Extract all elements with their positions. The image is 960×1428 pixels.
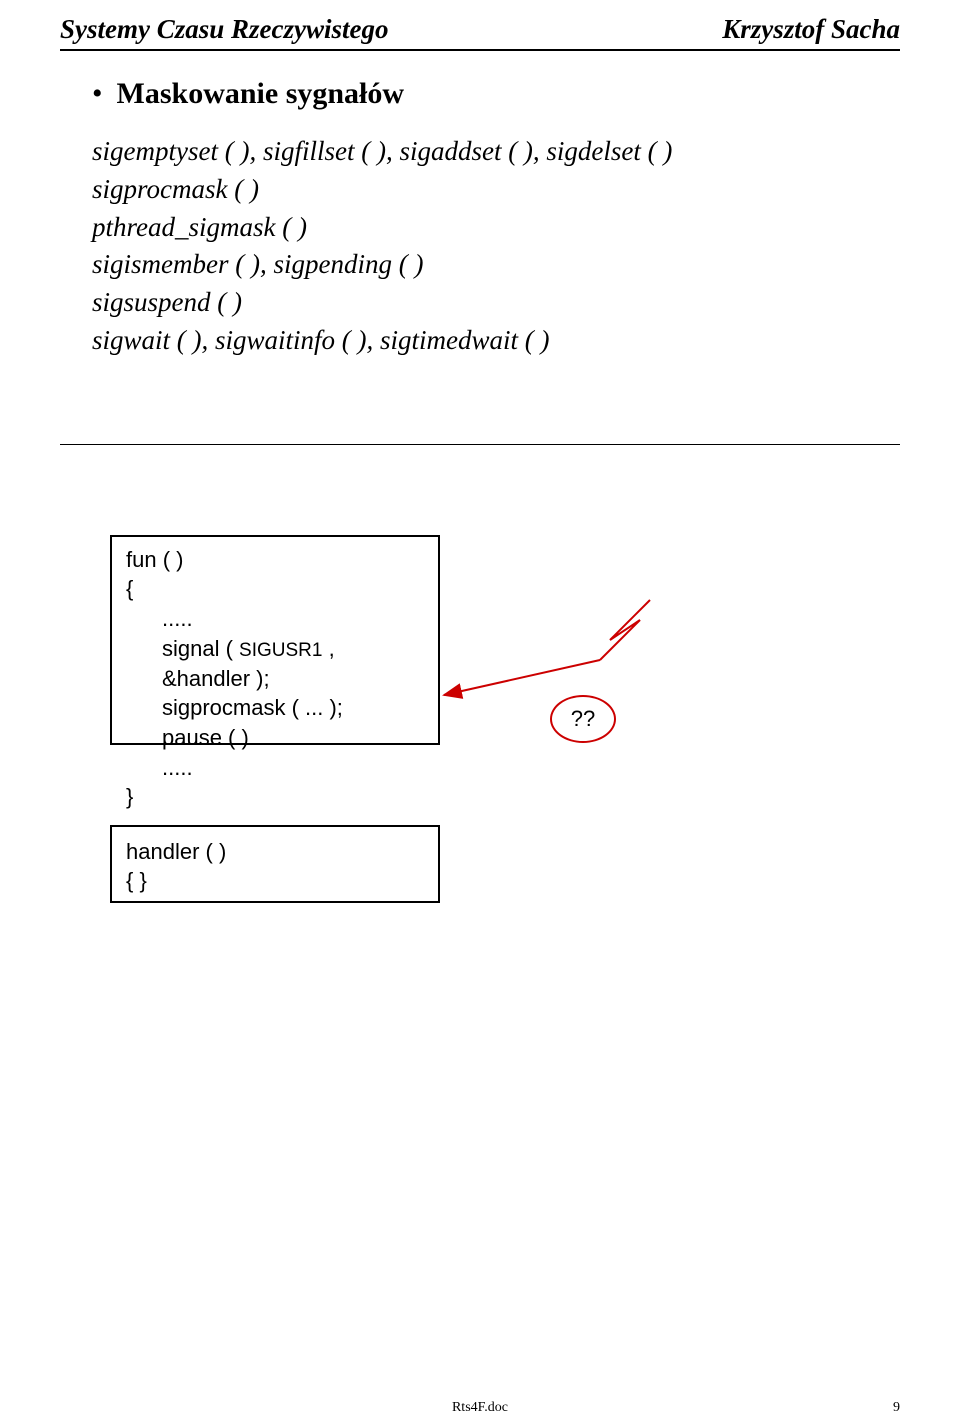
code-line: ..... (162, 753, 424, 783)
code-line: sigprocmask ( ... ); (162, 693, 424, 723)
question-ellipse: ?? (550, 695, 616, 743)
code-line: } (126, 782, 424, 812)
code-line: ..... (162, 604, 424, 634)
api-line: pthread_sigmask ( ) (92, 209, 900, 247)
section-title: Maskowanie sygnałów (117, 77, 405, 111)
api-line: sigsuspend ( ) (92, 284, 900, 322)
code-line: pause ( ) (162, 723, 424, 753)
code-box-fun: fun ( ) { ..... signal ( SIGUSR1 , &hand… (110, 535, 440, 745)
mid-rule (60, 444, 900, 445)
api-line: sigismember ( ), sigpending ( ) (92, 246, 900, 284)
diagram: fun ( ) { ..... signal ( SIGUSR1 , &hand… (110, 535, 960, 955)
question-text: ?? (571, 706, 595, 732)
code-line: signal ( SIGUSR1 , &handler ); (162, 634, 424, 693)
code-box-handler: handler ( ) { } (110, 825, 440, 903)
footer-page-number: 9 (893, 1400, 900, 1416)
header-right: Krzysztof Sacha (722, 14, 900, 45)
code-line: fun ( ) (126, 545, 424, 575)
code-line: { } (126, 866, 424, 896)
code-line: handler ( ) (126, 837, 424, 867)
footer-filename: Rts4F.doc (452, 1400, 508, 1416)
header-left: Systemy Czasu Rzeczywistego (60, 14, 389, 45)
bullet-icon: • (92, 79, 103, 109)
section-heading: • Maskowanie sygnałów (92, 77, 900, 111)
api-line: sigemptyset ( ), sigfillset ( ), sigadds… (92, 133, 900, 171)
api-line: sigwait ( ), sigwaitinfo ( ), sigtimedwa… (92, 322, 900, 360)
footer: Rts4F.doc 9 (0, 1400, 960, 1416)
api-line: sigprocmask ( ) (92, 171, 900, 209)
content: • Maskowanie sygnałów sigemptyset ( ), s… (0, 51, 960, 360)
code-line: { (126, 574, 424, 604)
